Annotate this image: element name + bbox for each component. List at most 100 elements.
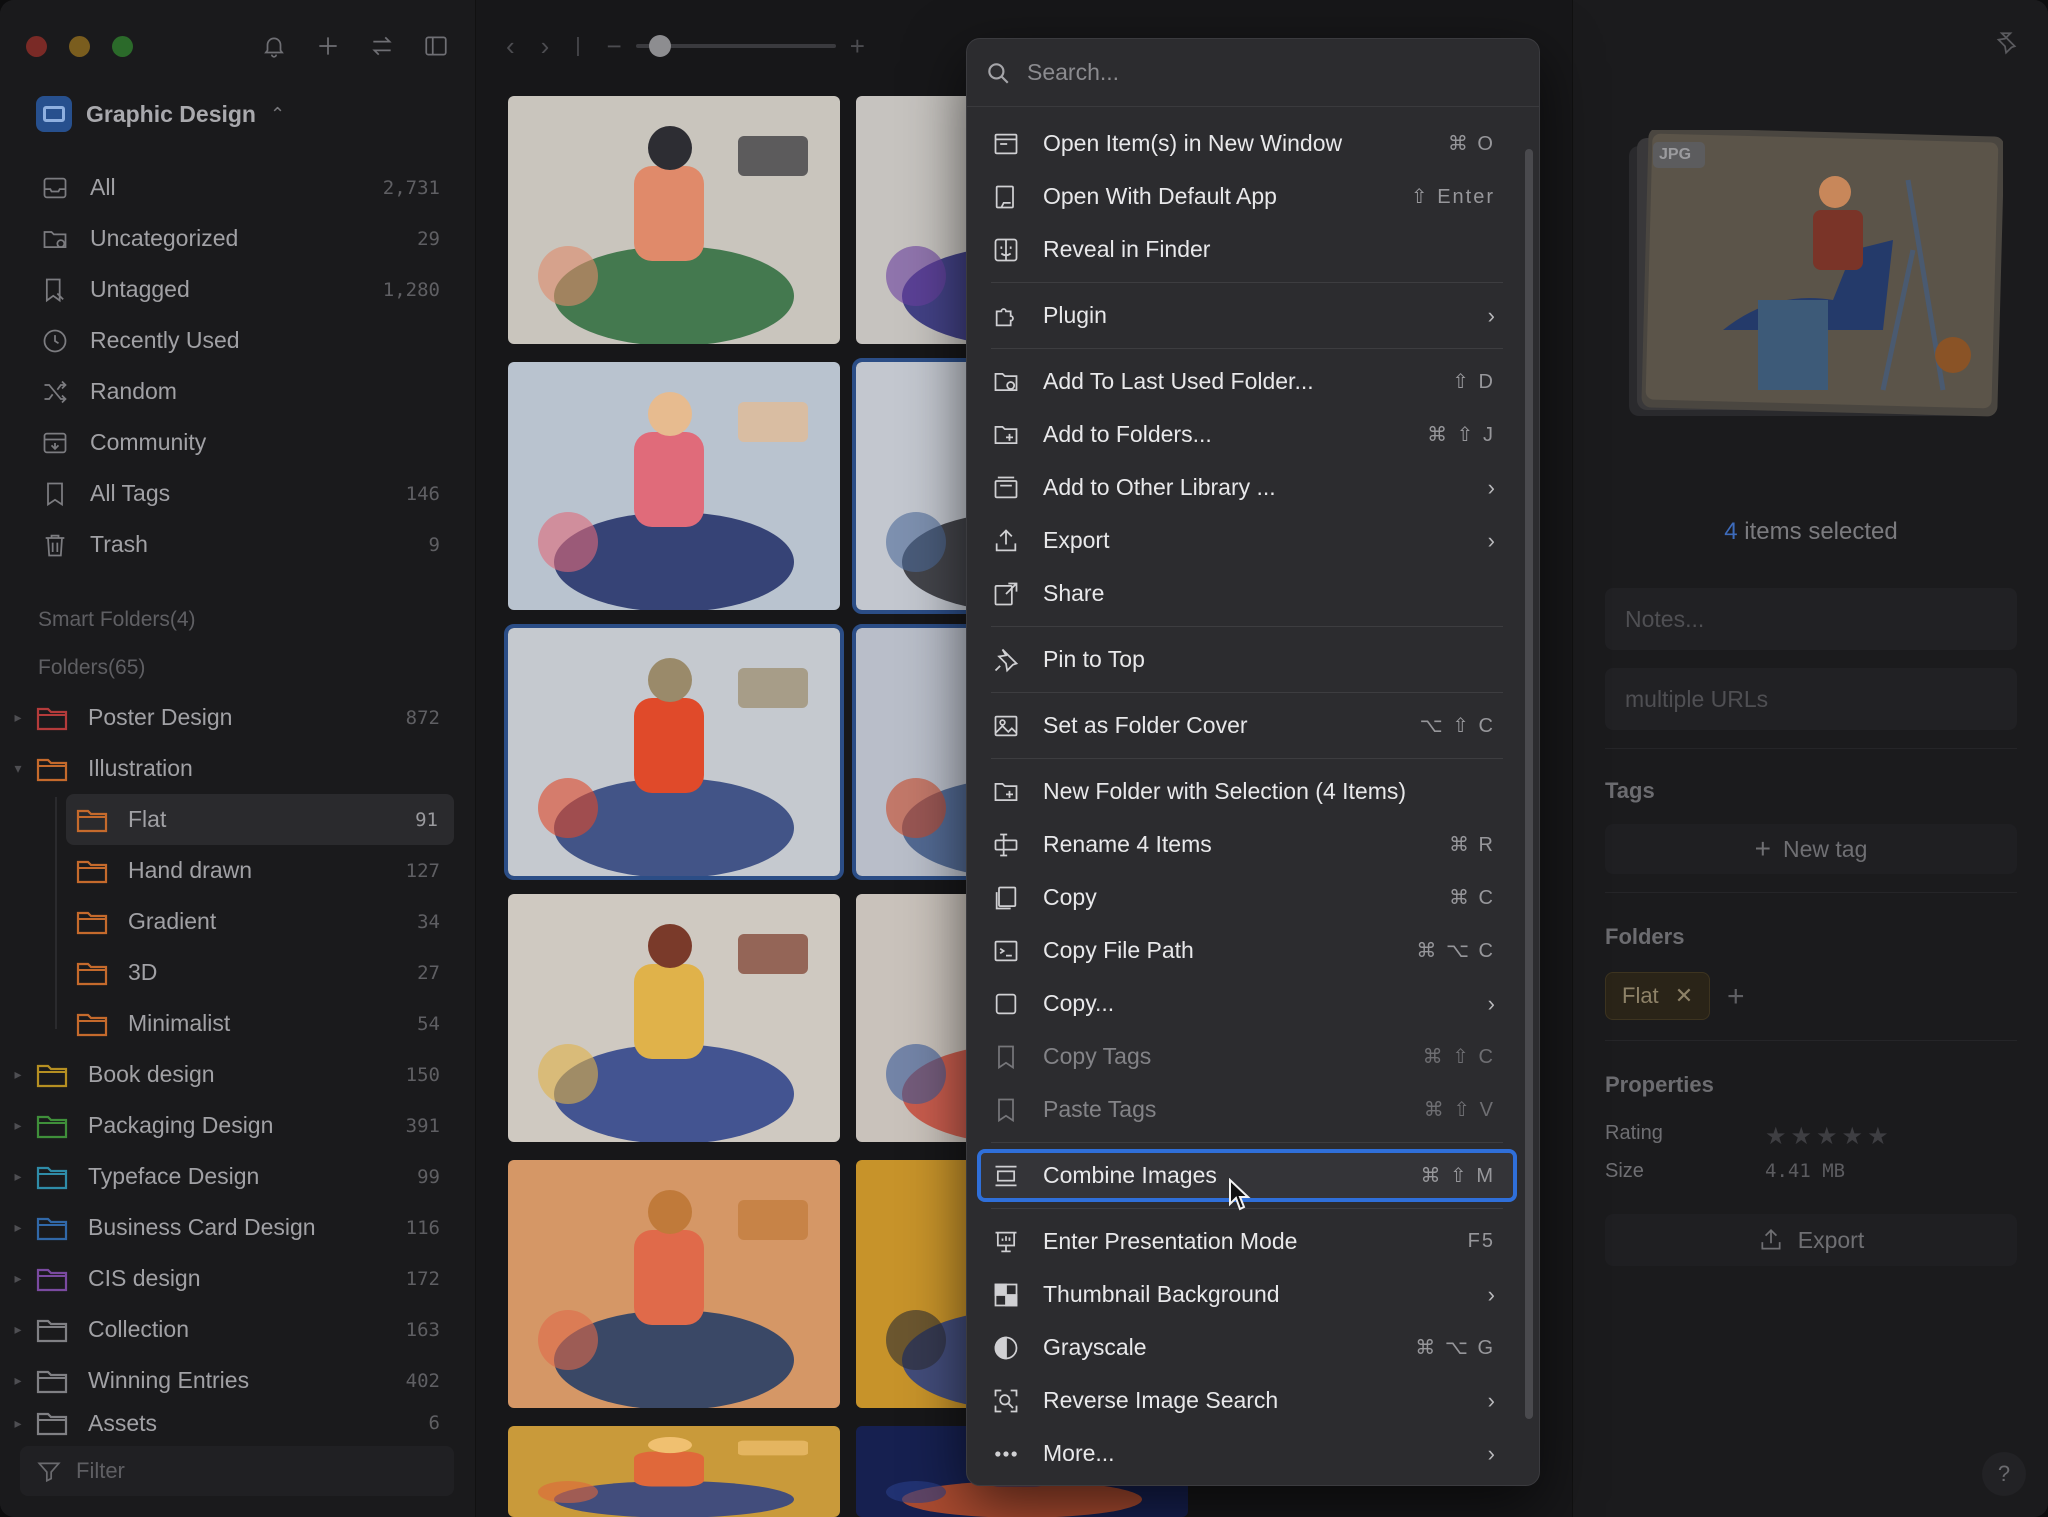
bell-icon[interactable] (258, 30, 290, 62)
menu-search-input[interactable] (1027, 59, 1507, 86)
menu-item-open-with-default-app[interactable]: Open With Default App ⇧ Enter (977, 170, 1517, 223)
filter-input[interactable]: Filter (20, 1446, 454, 1496)
urls-field[interactable]: multiple URLs (1605, 668, 2017, 730)
menu-item-open-item-s-in-new-window[interactable]: Open Item(s) in New Window ⌘ O (977, 117, 1517, 170)
sidebar-item-recently-used[interactable]: Recently Used (24, 315, 456, 366)
sidebar-item-untagged[interactable]: Untagged 1,280 (24, 264, 456, 315)
menu-item-label: Add to Folders... (1043, 421, 1212, 447)
menu-item-reveal-in-finder[interactable]: Reveal in Finder (977, 223, 1517, 276)
folder-item[interactable]: ▸ Winning Entries 402 (0, 1355, 456, 1406)
folder-item[interactable]: Minimalist 54 (0, 998, 456, 1049)
file-type-badge: JPG (1659, 146, 1692, 163)
menu-item-enter-presentation-mode[interactable]: Enter Presentation Mode F5 (977, 1215, 1517, 1268)
new-tag-button[interactable]: + New tag (1605, 824, 2017, 874)
close-window-button[interactable] (26, 36, 47, 57)
chevron-right-icon[interactable]: ▸ (0, 1415, 36, 1432)
sidebar: Graphic Design ⌃ All 2,731 Uncategorized… (0, 0, 476, 1517)
chevron-right-icon[interactable]: ▸ (0, 1270, 36, 1287)
chevron-right-icon[interactable]: ▸ (0, 1168, 36, 1185)
thumbnail[interactable] (508, 1426, 840, 1517)
menu-item-more[interactable]: More... › (977, 1427, 1517, 1480)
folder-chip-label: Flat (1622, 983, 1659, 1008)
folder-item[interactable]: ▸ Poster Design 872 (0, 692, 456, 743)
folder-count: 402 (405, 1369, 440, 1392)
menu-item-shortcut: ⌘ O (1447, 133, 1495, 155)
folder-item[interactable]: ▸ Collection 163 (0, 1304, 456, 1355)
forward-icon[interactable]: › (541, 31, 550, 62)
menu-item-label: Open With Default App (1043, 183, 1277, 209)
chevron-right-icon[interactable]: ▸ (0, 1219, 36, 1236)
chevron-down-icon[interactable]: ▾ (0, 760, 36, 777)
folder-item[interactable]: ▾ Illustration (0, 743, 456, 794)
pin-panel-icon[interactable] (1992, 30, 2018, 63)
menu-item-plugin[interactable]: Plugin › (977, 289, 1517, 342)
minimize-window-button[interactable] (69, 36, 90, 57)
menu-item-export[interactable]: Export › (977, 514, 1517, 567)
help-button[interactable]: ? (1982, 1452, 2026, 1496)
folder-count: 127 (405, 859, 440, 882)
chevron-right-icon[interactable]: ▸ (0, 1117, 36, 1134)
menu-item-set-as-folder-cover[interactable]: Set as Folder Cover ⌥ ⇧ C (977, 699, 1517, 752)
menu-scrollbar[interactable] (1525, 149, 1533, 1419)
notes-field[interactable]: Notes... (1605, 588, 2017, 650)
sidebar-item-all[interactable]: All 2,731 (24, 162, 456, 213)
smart-folders-header[interactable]: Smart Folders(4) (38, 608, 196, 632)
menu-item-thumbnail-background[interactable]: Thumbnail Background › (977, 1268, 1517, 1321)
add-icon[interactable] (312, 30, 344, 62)
share-icon (991, 579, 1021, 609)
menu-item-rename-4-items[interactable]: Rename 4 Items ⌘ R (977, 818, 1517, 871)
menu-item-add-to-other-library[interactable]: Add to Other Library ... › (977, 461, 1517, 514)
zoom-window-button[interactable] (112, 36, 133, 57)
chevron-right-icon[interactable]: ▸ (0, 1066, 36, 1083)
thumbnail[interactable] (508, 894, 840, 1142)
menu-item-pin-to-top[interactable]: Pin to Top (977, 633, 1517, 686)
chevron-right-icon[interactable]: ▸ (0, 709, 36, 726)
folder-chip[interactable]: Flat ✕ (1605, 972, 1711, 1020)
folder-item[interactable]: ▸ Assets 6 (0, 1406, 456, 1440)
menu-item-copy[interactable]: Copy... › (977, 977, 1517, 1030)
folder-item[interactable]: ▸ Packaging Design 391 (0, 1100, 456, 1151)
sidebar-item-uncategorized[interactable]: Uncategorized 29 (24, 213, 456, 264)
folder-item[interactable]: Gradient 34 (0, 896, 456, 947)
sidebar-item-community[interactable]: Community (24, 417, 456, 468)
library-switcher[interactable]: Graphic Design ⌃ (36, 96, 285, 132)
menu-item-reverse-image-search[interactable]: Reverse Image Search › (977, 1374, 1517, 1427)
swap-icon[interactable] (366, 30, 398, 62)
chevron-right-icon[interactable]: ▸ (0, 1372, 36, 1389)
folder-item[interactable]: ▸ Typeface Design 99 (0, 1151, 456, 1202)
folder-item[interactable]: Hand drawn 127 (0, 845, 456, 896)
folder-item[interactable]: ▸ Business Card Design 116 (0, 1202, 456, 1253)
sidebar-item-all-tags[interactable]: All Tags 146 (24, 468, 456, 519)
menu-item-add-to-folders[interactable]: Add to Folders... ⌘ ⇧ J (977, 408, 1517, 461)
zoom-slider[interactable] (635, 35, 836, 57)
sidebar-item-trash[interactable]: Trash 9 (24, 519, 456, 570)
menu-item-copy-file-path[interactable]: Copy File Path ⌘ ⌥ C (977, 924, 1517, 977)
folder-item[interactable]: 3D 27 (0, 947, 456, 998)
menu-item-share[interactable]: Share (977, 567, 1517, 620)
community-icon (40, 428, 70, 458)
sidebar-item-random[interactable]: Random (24, 366, 456, 417)
thumbnail[interactable] (508, 96, 840, 344)
thumbnail[interactable] (504, 624, 844, 880)
add-folder-icon[interactable]: + (1727, 980, 1745, 1014)
thumbnail[interactable] (508, 362, 840, 610)
folder-item[interactable]: ▸ Book design 150 (0, 1049, 456, 1100)
folders-header[interactable]: Folders(65) (38, 656, 145, 680)
folder-item[interactable]: ▸ CIS design 172 (0, 1253, 456, 1304)
remove-chip-icon[interactable]: ✕ (1675, 983, 1693, 1009)
sidebar-toggle-icon[interactable] (420, 30, 452, 62)
zoom-in-icon[interactable]: + (850, 31, 865, 62)
menu-item-add-to-last-used-folder[interactable]: Add To Last Used Folder... ⇧ D (977, 355, 1517, 408)
menu-item-copy[interactable]: Copy ⌘ C (977, 871, 1517, 924)
export-button[interactable]: Export (1605, 1214, 2017, 1266)
thumbnail[interactable] (508, 1160, 840, 1408)
menu-item-grayscale[interactable]: Grayscale ⌘ ⌥ G (977, 1321, 1517, 1374)
zoom-slider-knob[interactable] (648, 35, 671, 57)
back-icon[interactable]: ‹ (506, 31, 515, 62)
zoom-out-icon[interactable]: − (607, 31, 622, 62)
chevron-right-icon[interactable]: ▸ (0, 1321, 36, 1338)
menu-item-new-folder-with-selection-4-items[interactable]: New Folder with Selection (4 Items) (977, 765, 1517, 818)
divider (1605, 892, 2017, 893)
folder-item[interactable]: Flat 91 (66, 794, 454, 845)
rating-stars[interactable]: ★★★★★ (1765, 1122, 1893, 1151)
